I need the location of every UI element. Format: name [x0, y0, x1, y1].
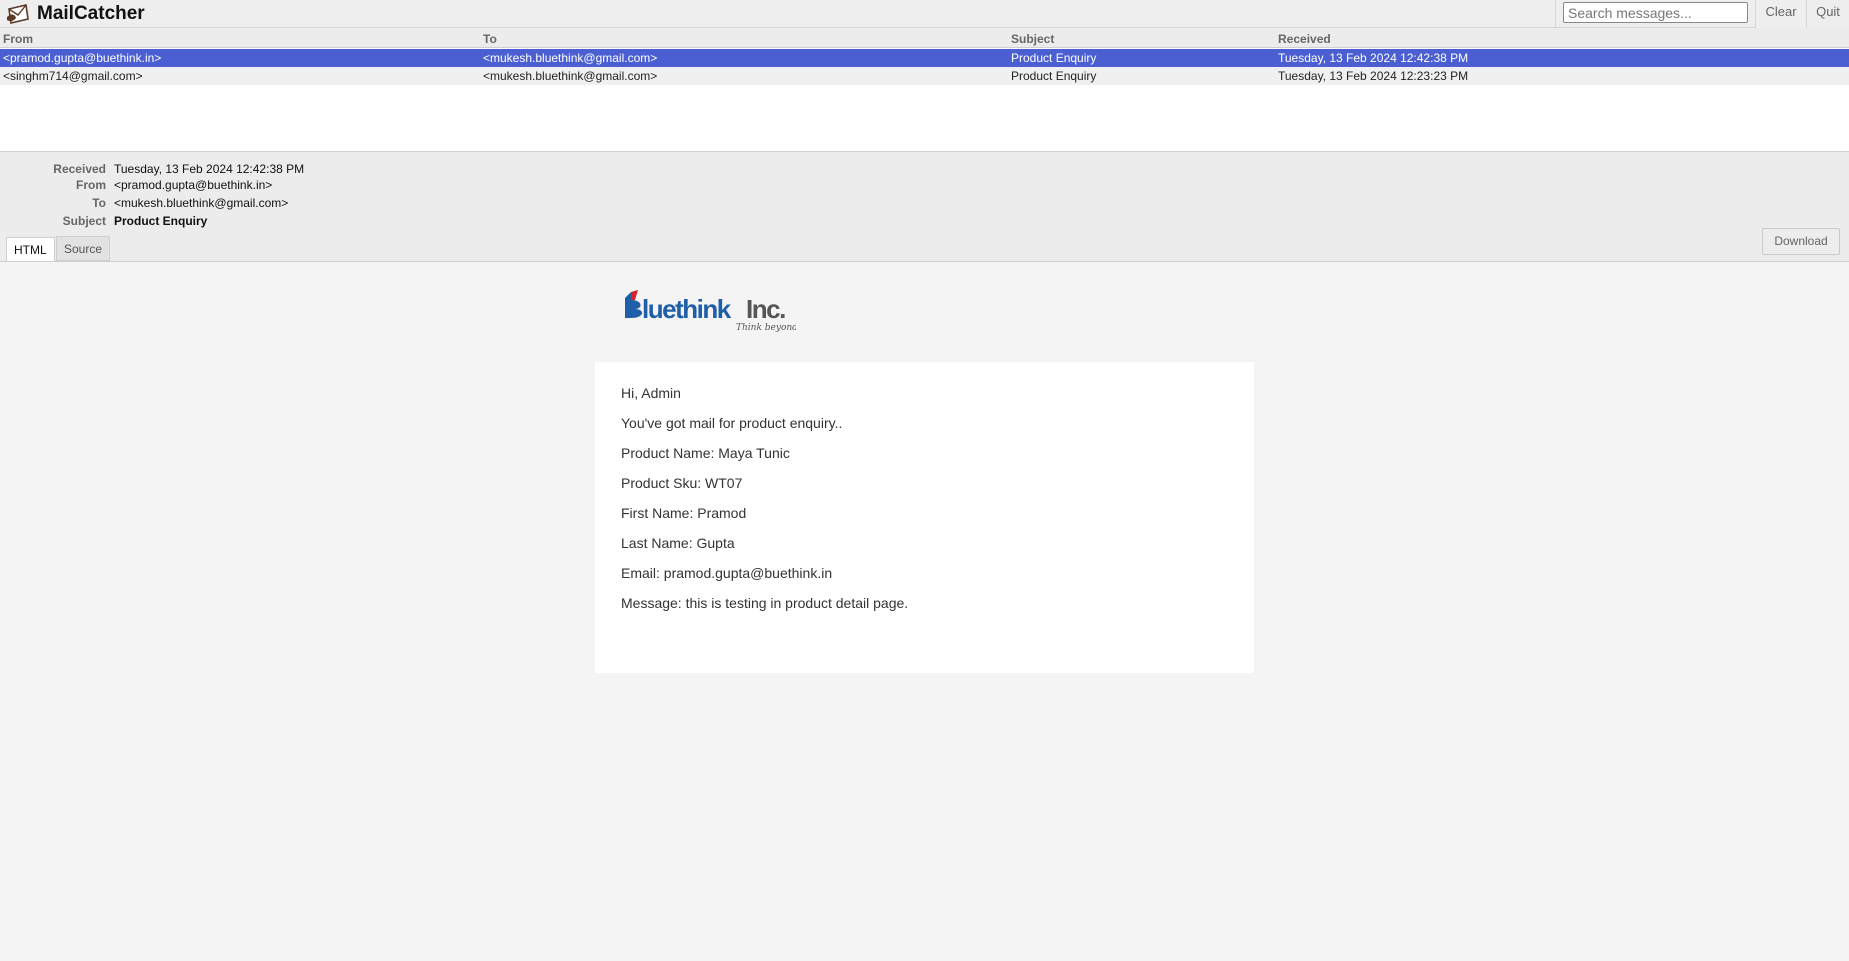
logo-text-gray: Inc. [746, 294, 785, 324]
mailcatcher-logo-icon [7, 4, 29, 24]
meta-subject-label: Subject [62, 214, 106, 228]
row-received: Tuesday, 13 Feb 2024 12:23:23 PM [1278, 69, 1469, 83]
meta-subject-row: Subject Product Enquiry [0, 214, 700, 232]
meta-from-value: <pramod.gupta@buethink.in> [114, 178, 273, 192]
download-button[interactable]: Download [1762, 228, 1840, 255]
logo-tagline: Think beyond [736, 323, 796, 332]
message-list-header: From To Subject Received [0, 28, 1849, 48]
row-subject: Product Enquiry [1011, 69, 1097, 83]
message-list: From To Subject Received <pramod.gupta@b… [0, 28, 1849, 152]
header-bar: MailCatcher Clear Quit [0, 0, 1849, 28]
meta-from-label: From [76, 178, 106, 192]
clear-button[interactable]: Clear [1755, 0, 1806, 28]
tab-html[interactable]: HTML [6, 237, 55, 262]
email-line: You've got mail for product enquiry.. [621, 415, 843, 431]
column-header-from[interactable]: From [3, 32, 473, 46]
brand: MailCatcher [6, 1, 145, 27]
tab-source[interactable]: Source [56, 236, 111, 261]
email-content-card: Hi, Admin You've got mail for product en… [595, 362, 1254, 673]
search-input[interactable] [1563, 2, 1748, 23]
email-line: Message: this is testing in product deta… [621, 595, 909, 611]
row-to: <mukesh.bluethink@gmail.com> [483, 51, 658, 65]
column-header-received[interactable]: Received [1278, 32, 1838, 46]
row-from: <singhm714@gmail.com> [3, 69, 143, 83]
email-line: First Name: Pramod [621, 505, 747, 521]
column-header-to[interactable]: To [483, 32, 1003, 46]
bluethink-logo: luethink Inc. Think beyond [625, 290, 796, 332]
email-line: Email: pramod.gupta@buethink.in [621, 565, 833, 581]
meta-to-row: To <mukesh.bluethink@gmail.com> [0, 196, 700, 214]
column-header-subject[interactable]: Subject [1011, 32, 1271, 46]
email-line: Product Name: Maya Tunic [621, 445, 790, 461]
row-from: <pramod.gupta@buethink.in> [3, 51, 162, 65]
quit-button[interactable]: Quit [1806, 0, 1849, 28]
message-row[interactable]: <singhm714@gmail.com> <mukesh.bluethink@… [0, 67, 1849, 85]
email-line: Last Name: Gupta [621, 535, 735, 551]
app-title: MailCatcher [37, 3, 145, 24]
email-line: Hi, Admin [621, 385, 681, 401]
message-row[interactable]: <pramod.gupta@buethink.in> <mukesh.bluet… [0, 49, 1849, 67]
meta-received-label: Received [53, 162, 106, 176]
message-metadata: Received Tuesday, 13 Feb 2024 12:42:38 P… [0, 152, 1849, 262]
row-to: <mukesh.bluethink@gmail.com> [483, 69, 658, 83]
meta-from-row: From <pramod.gupta@buethink.in> [0, 178, 700, 196]
meta-to-value: <mukesh.bluethink@gmail.com> [114, 196, 289, 210]
meta-received-value: Tuesday, 13 Feb 2024 12:42:38 PM [114, 162, 305, 176]
meta-subject-value: Product Enquiry [114, 214, 208, 228]
search-container [1555, 0, 1755, 28]
logo-text-blue: luethink [642, 294, 732, 324]
email-body: luethink Inc. Think beyond Hi, Admin You… [0, 262, 1849, 961]
meta-to-label: To [92, 196, 106, 210]
email-line: Product Sku: WT07 [621, 475, 743, 491]
row-subject: Product Enquiry [1011, 51, 1097, 65]
row-received: Tuesday, 13 Feb 2024 12:42:38 PM [1278, 51, 1469, 65]
